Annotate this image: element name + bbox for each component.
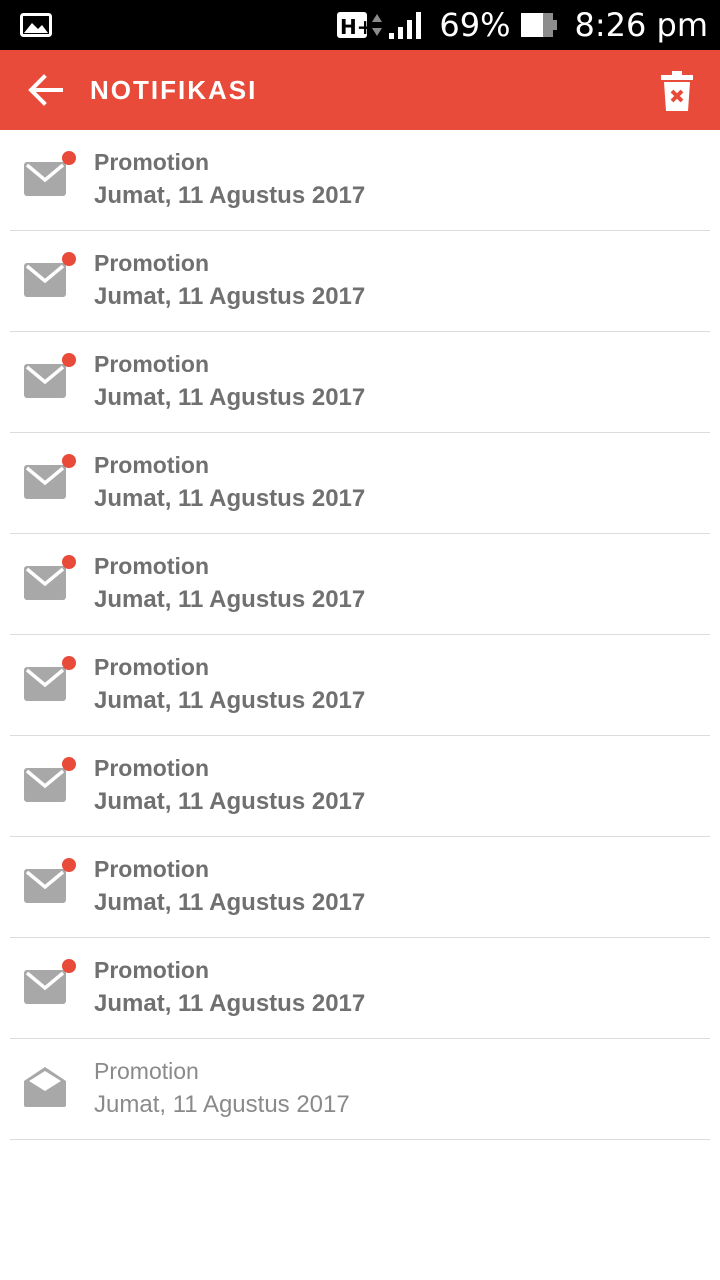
notification-date: Jumat, 11 Agustus 2017 [94, 687, 366, 714]
notification-item[interactable]: Promotion Jumat, 11 Agustus 2017 [10, 130, 710, 231]
notification-item[interactable]: Promotion Jumat, 11 Agustus 2017 [10, 938, 710, 1039]
notification-date: Jumat, 11 Agustus 2017 [94, 384, 366, 411]
signal-icon [389, 12, 422, 39]
notification-title: Promotion [94, 755, 209, 781]
notification-item[interactable]: Promotion Jumat, 11 Agustus 2017 [10, 433, 710, 534]
app-bar: NOTIFIKASI [0, 50, 720, 130]
notification-item[interactable]: Promotion Jumat, 11 Agustus 2017 [10, 635, 710, 736]
unread-dot [62, 555, 76, 569]
battery-percent: 69% [439, 6, 511, 44]
network-type-icon: H+ [337, 12, 368, 38]
notification-title: Promotion [94, 351, 209, 377]
back-button[interactable] [20, 65, 70, 115]
page-title: NOTIFIKASI [90, 75, 258, 105]
notification-date: Jumat, 11 Agustus 2017 [94, 182, 366, 209]
notification-item[interactable]: Promotion Jumat, 11 Agustus 2017 [10, 332, 710, 433]
unread-dot [62, 959, 76, 973]
trash-icon [661, 71, 693, 111]
notification-title: Promotion [94, 452, 209, 478]
unread-dot [62, 252, 76, 266]
back-arrow-icon [28, 74, 63, 106]
notification-list: Promotion Jumat, 11 Agustus 2017 Promoti… [10, 130, 710, 1140]
notification-item[interactable]: Promotion Jumat, 11 Agustus 2017 [10, 736, 710, 837]
notification-item[interactable]: Promotion Jumat, 11 Agustus 2017 [10, 1039, 710, 1140]
notification-date: Jumat, 11 Agustus 2017 [94, 788, 366, 815]
battery-icon [521, 13, 558, 37]
unread-dot [62, 353, 76, 367]
image-icon [20, 13, 52, 37]
notification-title: Promotion [94, 1058, 199, 1084]
notification-title: Promotion [94, 250, 209, 276]
notification-date: Jumat, 11 Agustus 2017 [94, 889, 366, 916]
notification-item[interactable]: Promotion Jumat, 11 Agustus 2017 [10, 534, 710, 635]
notification-item[interactable]: Promotion Jumat, 11 Agustus 2017 [10, 231, 710, 332]
delete-all-button[interactable] [656, 68, 698, 114]
notification-title: Promotion [94, 654, 209, 680]
notification-title: Promotion [94, 957, 209, 983]
unread-dot [62, 151, 76, 165]
unread-dot [62, 757, 76, 771]
unread-dot [62, 454, 76, 468]
notification-date: Jumat, 11 Agustus 2017 [94, 485, 366, 512]
notification-item[interactable]: Promotion Jumat, 11 Agustus 2017 [10, 837, 710, 938]
unread-dot [62, 656, 76, 670]
notification-date: Jumat, 11 Agustus 2017 [94, 586, 366, 613]
notification-date: Jumat, 11 Agustus 2017 [94, 283, 366, 310]
status-time: 8:26 pm [574, 6, 708, 44]
notification-date: Jumat, 11 Agustus 2017 [94, 990, 366, 1017]
network-type-label: H+ [340, 15, 367, 38]
status-bar: H+ 69% 8:26 pm [0, 0, 720, 50]
notification-title: Promotion [94, 553, 209, 579]
notification-date: Jumat, 11 Agustus 2017 [94, 1091, 350, 1118]
data-arrows-icon [372, 14, 383, 36]
notification-title: Promotion [94, 149, 209, 175]
unread-dot [62, 858, 76, 872]
open-mail-icon [24, 1067, 66, 1107]
notification-title: Promotion [94, 856, 209, 882]
